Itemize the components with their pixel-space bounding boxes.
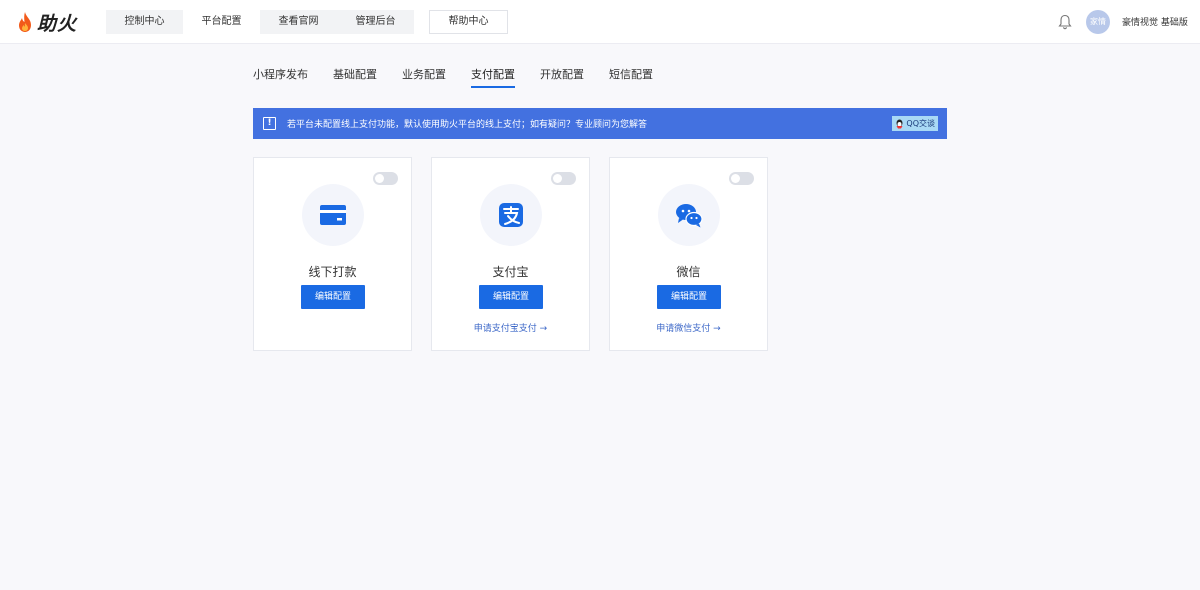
tab-business-config[interactable]: 业务配置 (402, 66, 446, 88)
notice-banner: ! 若平台未配置线上支付功能，默认使用助火平台的线上支付；如有疑问？专业顾问为您… (253, 108, 947, 139)
edit-config-button[interactable]: 编辑配置 (301, 285, 365, 309)
payment-title: 线下打款 (308, 265, 357, 279)
help-center-button[interactable]: 帮助中心 (429, 10, 508, 34)
tab-open-config[interactable]: 开放配置 (540, 66, 584, 88)
apply-alipay-link[interactable]: 申请支付宝支付 → (432, 321, 589, 334)
tab-miniprogram-publish[interactable]: 小程序发布 (253, 66, 308, 88)
config-subtabs: 小程序发布 基础配置 业务配置 支付配置 开放配置 短信配置 (253, 66, 678, 88)
topnav-item-official-site[interactable]: 查看官网 (260, 10, 337, 34)
qq-chat-label: QQ交谈 (906, 119, 935, 128)
top-navigation: 控制中心 平台配置 查看官网 管理后台 (106, 10, 414, 34)
payment-card-alipay: 支付宝 编辑配置 申请支付宝支付 → (431, 157, 590, 351)
topnav-item-admin[interactable]: 管理后台 (337, 10, 414, 34)
flame-logo-icon (19, 12, 31, 32)
wechat-icon (676, 204, 703, 228)
edit-config-button[interactable]: 编辑配置 (479, 285, 543, 309)
bank-card-icon (320, 205, 346, 225)
logo[interactable]: 助火 (16, 10, 78, 35)
avatar[interactable]: 家情 (1086, 10, 1110, 34)
account-name[interactable]: 豪情视觉 基础版 (1122, 15, 1188, 28)
exclamation-icon: ! (263, 117, 276, 130)
edit-config-button[interactable]: 编辑配置 (657, 285, 721, 309)
bell-icon[interactable] (1058, 14, 1072, 30)
topnav-item-platform-config[interactable]: 平台配置 (183, 10, 260, 34)
payment-card-wechat: 微信 编辑配置 申请微信支付 → (609, 157, 768, 351)
payment-icon-circle (658, 184, 720, 246)
tab-sms-config[interactable]: 短信配置 (609, 66, 653, 88)
offline-enable-toggle[interactable] (373, 172, 398, 185)
qq-chat-button[interactable]: QQ交谈 (892, 116, 938, 131)
top-header: 助火 控制中心 平台配置 查看官网 管理后台 帮助中心 家情 豪情视觉 基础版 (0, 0, 1200, 44)
alipay-icon (499, 203, 523, 227)
payment-icon-circle (302, 184, 364, 246)
payment-card-offline: 线下打款 编辑配置 (253, 157, 412, 351)
brand-name: 助火 (37, 12, 78, 35)
notice-text: 若平台未配置线上支付功能，默认使用助火平台的线上支付；如有疑问？专业顾问为您解答 (287, 120, 648, 130)
qq-penguin-icon (896, 119, 903, 128)
payment-icon-circle (480, 184, 542, 246)
wechat-enable-toggle[interactable] (729, 172, 754, 185)
payment-title: 支付宝 (492, 265, 529, 279)
tab-payment-config[interactable]: 支付配置 (471, 66, 515, 88)
topnav-item-dashboard[interactable]: 控制中心 (106, 10, 183, 34)
tab-basic-config[interactable]: 基础配置 (333, 66, 377, 88)
payment-title: 微信 (676, 265, 701, 279)
alipay-enable-toggle[interactable] (551, 172, 576, 185)
apply-wechat-link[interactable]: 申请微信支付 → (610, 321, 767, 334)
